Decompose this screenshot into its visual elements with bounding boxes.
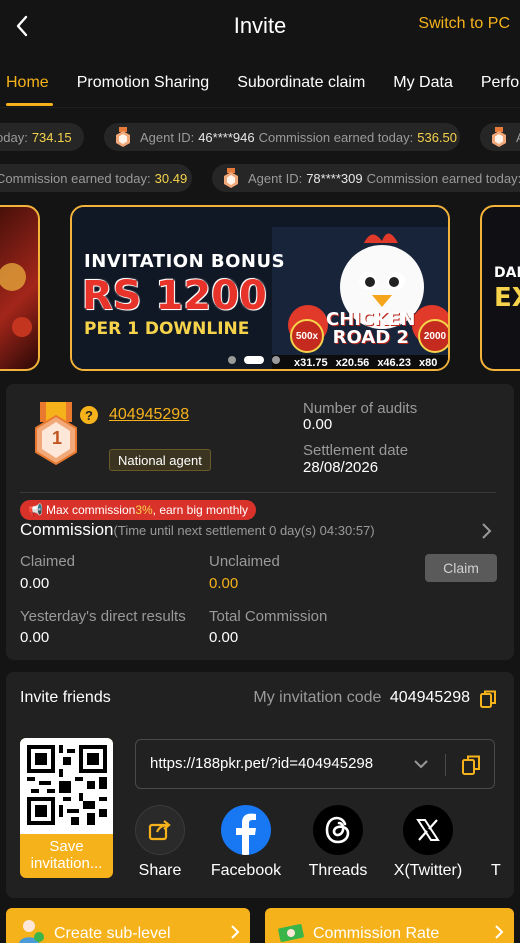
share-button[interactable] bbox=[135, 805, 185, 855]
copy-icon[interactable] bbox=[480, 690, 496, 708]
invitation-link: https://188pkr.pet/?id=404945298 bbox=[150, 755, 374, 772]
audits-value: 0.00 bbox=[303, 416, 333, 433]
audits-label: Number of audits bbox=[303, 400, 418, 417]
facebook-icon bbox=[236, 813, 256, 855]
app-header: Invite Switch to PC bbox=[0, 0, 520, 52]
carousel-dot[interactable] bbox=[272, 356, 280, 364]
unclaimed-value: 0.00 bbox=[209, 575, 239, 592]
agent-summary-card: 1 ? 404945298 National agent Number of a… bbox=[6, 384, 514, 660]
share-label: Share bbox=[138, 862, 182, 879]
threads-share-button[interactable] bbox=[313, 805, 363, 855]
yesterday-results-value: 0.00 bbox=[20, 629, 50, 646]
multiplier-strip: x31.75 x20.56 x46.23 x80 bbox=[294, 357, 438, 369]
qr-code-panel[interactable]: Save invitation... bbox=[20, 738, 113, 878]
x-twitter-share-button[interactable] bbox=[403, 805, 453, 855]
yesterday-results-label: Yesterday's direct results bbox=[20, 608, 186, 625]
facebook-label: Facebook bbox=[210, 862, 282, 879]
banner-art bbox=[0, 263, 32, 337]
copy-link-icon[interactable] bbox=[462, 755, 480, 775]
invite-friends-title: Invite friends bbox=[20, 689, 111, 706]
agent-medal-icon bbox=[116, 127, 130, 147]
carousel-dot[interactable] bbox=[228, 356, 236, 364]
threads-icon bbox=[325, 816, 350, 844]
agent-medal-icon bbox=[492, 127, 506, 147]
x-twitter-label: X(Twitter) bbox=[393, 862, 463, 879]
invitation-link-field[interactable]: https://188pkr.pet/?id=404945298 bbox=[135, 739, 495, 789]
ticker-item: Commission earned today: 30.49 bbox=[0, 164, 192, 192]
carousel-dot-active[interactable] bbox=[244, 356, 264, 364]
threads-label: Threads bbox=[308, 862, 368, 879]
ticker-item: A bbox=[480, 123, 520, 151]
settlement-label: Settlement date bbox=[303, 442, 409, 459]
total-commission-label: Total Commission bbox=[209, 608, 328, 625]
commission-heading: Commission(Time until next settlement 0 … bbox=[20, 520, 375, 539]
invitation-code: 404945298 bbox=[389, 689, 470, 706]
tab-my-data[interactable]: My Data bbox=[379, 60, 467, 106]
page-title: Invite bbox=[233, 13, 287, 38]
multiplier-chip: 2000 bbox=[418, 319, 448, 353]
telegram-label: T bbox=[491, 862, 501, 879]
facebook-share-button[interactable] bbox=[221, 805, 271, 855]
chevron-right-icon[interactable] bbox=[481, 522, 493, 540]
tab-promotion-sharing[interactable]: Promotion Sharing bbox=[63, 60, 224, 106]
tab-subordinate-claim[interactable]: Subordinate claim bbox=[223, 60, 379, 106]
unclaimed-label: Unclaimed bbox=[209, 553, 280, 570]
chevron-right-icon bbox=[231, 925, 240, 939]
agent-medal-icon bbox=[224, 168, 238, 188]
banner-headline: INVITATION BONUS bbox=[84, 251, 286, 272]
agent-level-number: 1 bbox=[52, 428, 63, 448]
carousel-pagination bbox=[228, 356, 280, 364]
divider bbox=[20, 492, 496, 493]
banner-subline: PER 1 DOWNLINE bbox=[84, 319, 250, 339]
chevron-left-icon bbox=[16, 15, 28, 37]
create-sub-level-button[interactable]: Create sub-level bbox=[6, 908, 250, 943]
qr-code-image bbox=[27, 745, 107, 825]
user-add-icon bbox=[19, 920, 44, 943]
invite-friends-card: Invite friends My invitation code 404945… bbox=[6, 672, 514, 898]
save-invitation-button[interactable]: Save invitation... bbox=[24, 838, 109, 872]
invitation-code-row: My invitation code 404945298 bbox=[253, 689, 470, 706]
x-twitter-icon bbox=[416, 819, 440, 841]
multiplier-chip: 500x bbox=[290, 319, 324, 353]
claimed-value: 0.00 bbox=[20, 575, 50, 592]
megaphone-icon: 📢 bbox=[28, 503, 43, 517]
settlement-value: 28/08/2026 bbox=[303, 459, 379, 476]
ticker-item: Agent ID: 78****309 Commission earned toda… bbox=[212, 164, 520, 192]
tab-bar: Home Promotion Sharing Subordinate claim… bbox=[0, 60, 520, 108]
claimed-label: Claimed bbox=[20, 553, 76, 570]
tab-performance[interactable]: Perform bbox=[467, 60, 520, 106]
ticker-item: Agent ID: 46****946 Commission earned toda… bbox=[104, 123, 460, 151]
total-commission-value: 0.00 bbox=[209, 629, 239, 646]
commission-rate-button[interactable]: Commission Rate bbox=[265, 908, 514, 943]
chevron-right-icon bbox=[495, 925, 504, 939]
prev-banner[interactable] bbox=[0, 205, 40, 371]
help-icon[interactable]: ? bbox=[80, 406, 98, 424]
share-icon bbox=[148, 820, 171, 841]
invitation-bonus-banner[interactable]: INVITATION BONUS RS 1200 PER 1 DOWNLINE … bbox=[70, 205, 450, 371]
game-logo: CHICKEN ROAD 2 bbox=[326, 309, 416, 348]
tab-home[interactable]: Home bbox=[0, 60, 63, 106]
agent-id-link[interactable]: 404945298 bbox=[109, 406, 189, 424]
settlement-countdown: (Time until next settlement 0 day(s) 04:… bbox=[113, 523, 375, 538]
promo-badge: 📢 Max commission 3%, earn big monthly bbox=[20, 500, 257, 520]
chevron-down-icon[interactable] bbox=[413, 759, 429, 769]
promo-carousel[interactable]: INVITATION BONUS RS 1200 PER 1 DOWNLINE … bbox=[0, 205, 520, 373]
money-icon bbox=[278, 924, 304, 942]
claim-button[interactable]: Claim bbox=[425, 554, 497, 582]
switch-to-pc-link[interactable]: Switch to PC bbox=[418, 15, 510, 33]
next-banner[interactable]: DAI EX bbox=[480, 205, 520, 371]
commission-ticker-1: oday:734.15 Agent ID:46****946Commission… bbox=[0, 123, 520, 151]
back-button[interactable] bbox=[8, 12, 36, 40]
ticker-item: oday:734.15 bbox=[0, 123, 84, 151]
commission-ticker-2: Commission earned today: 30.49 Agent ID: 7… bbox=[0, 164, 520, 192]
rank-badge: National agent bbox=[109, 449, 211, 471]
banner-amount: RS 1200 bbox=[82, 273, 267, 319]
